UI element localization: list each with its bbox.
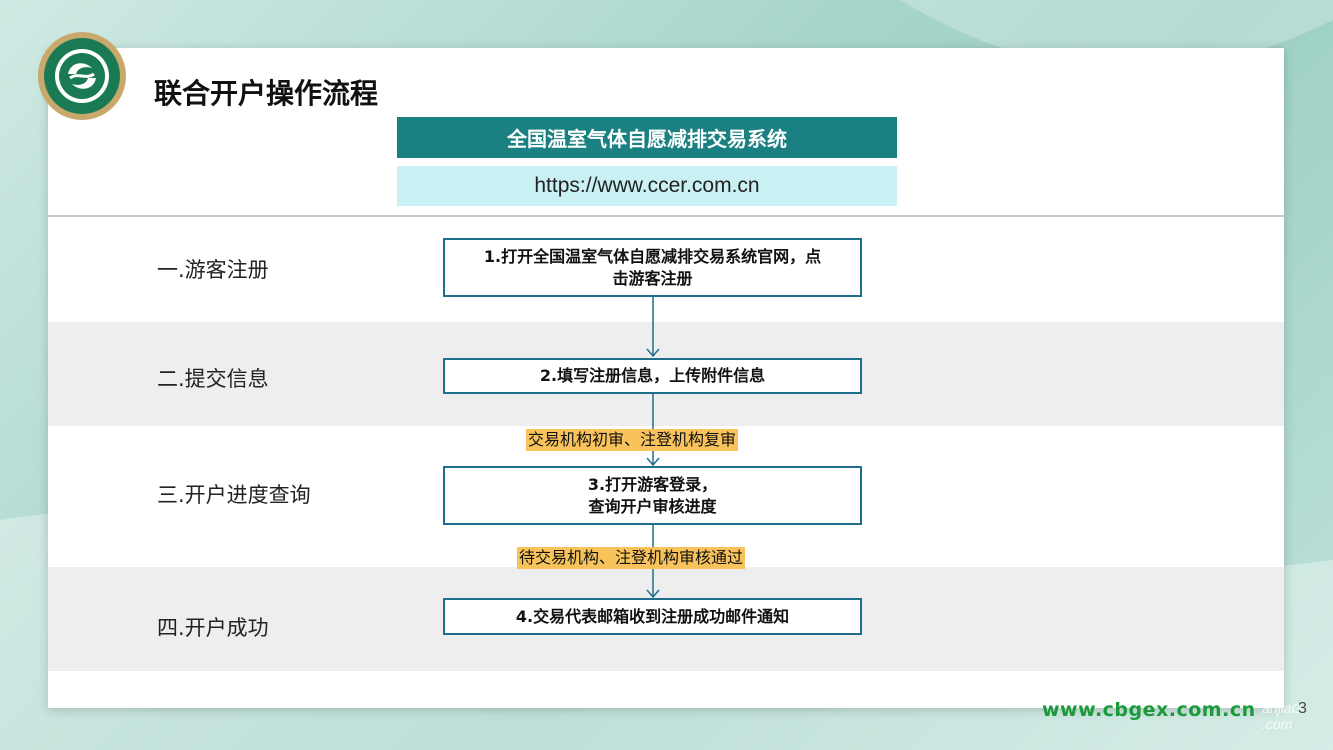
- step-1-line-1: 1.打开全国温室气体自愿减排交易系统官网，点: [483, 246, 822, 266]
- review-note-1: 交易机构初审、注登机构复审: [526, 429, 739, 451]
- beijing-green-exchange-logo: [38, 32, 126, 120]
- stage-label-2: 二.提交信息: [157, 367, 269, 391]
- step-4-text: 4.交易代表邮箱收到注册成功邮件通知: [515, 606, 790, 626]
- step-3-line-2: 查询开户审核进度: [588, 496, 717, 516]
- step-box-4: 4.交易代表邮箱收到注册成功邮件通知: [443, 598, 862, 635]
- review-note-2: 待交易机构、注登机构审核通过: [517, 547, 746, 569]
- header-divider: [48, 215, 1284, 217]
- step-box-3: 3.打开游客登录， 查询开户审核进度: [443, 466, 862, 525]
- stage-label-1: 一.游客注册: [157, 258, 269, 282]
- footer-website: www.cbgex.com.cn: [1042, 699, 1256, 721]
- step-1-line-2: 击游客注册: [612, 268, 693, 288]
- page-number: 3: [1298, 700, 1307, 717]
- system-url: https://www.ccer.com.cn: [397, 166, 897, 206]
- step-box-2: 2.填写注册信息，上传附件信息: [443, 358, 862, 394]
- system-name-banner: 全国温室气体自愿减排交易系统: [397, 117, 897, 158]
- stage-label-3: 三.开户进度查询: [157, 483, 311, 507]
- step-2-text: 2.填写注册信息，上传附件信息: [539, 366, 766, 385]
- page-title: 联合开户操作流程: [154, 77, 379, 110]
- stage-label-4: 四.开户成功: [157, 616, 269, 640]
- step-box-1: 1.打开全国温室气体自愿减排交易系统官网，点 击游客注册: [443, 238, 862, 297]
- step-3-line-1: 3.打开游客登录，: [587, 474, 718, 494]
